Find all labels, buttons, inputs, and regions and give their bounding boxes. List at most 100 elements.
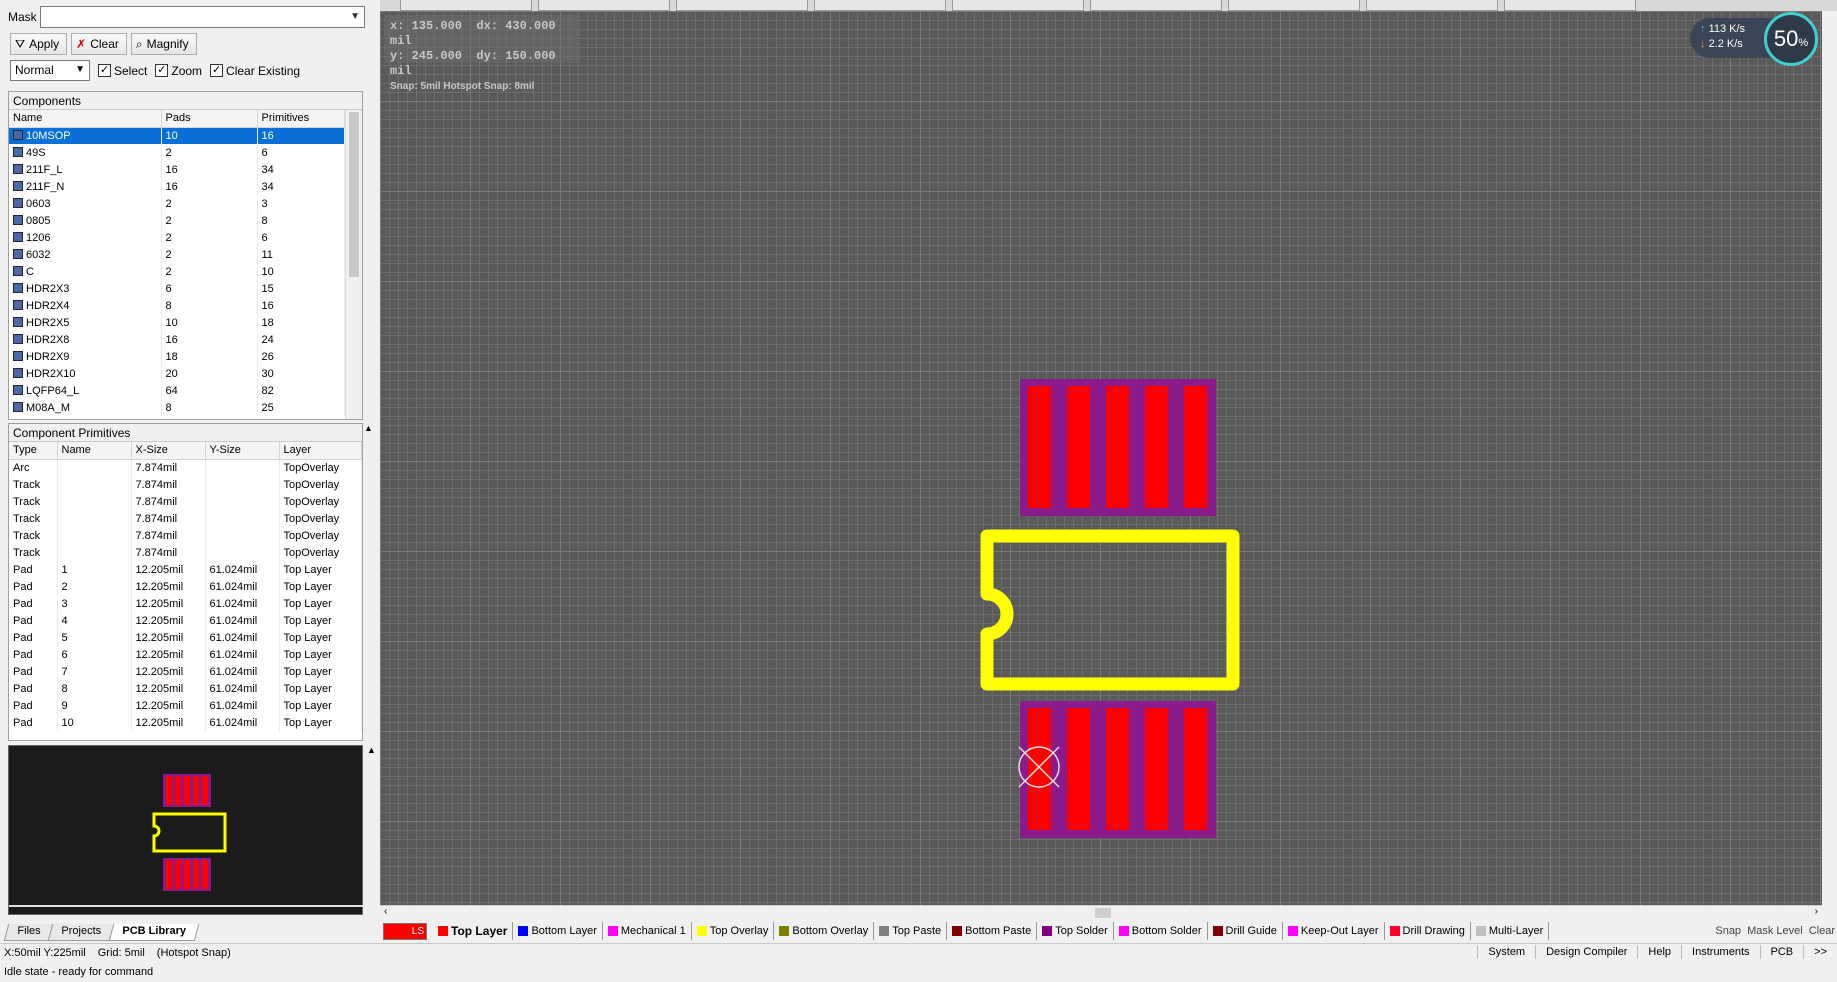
table-row[interactable]: 211F_L 16 34: [9, 161, 345, 178]
table-row[interactable]: 0805 2 8: [9, 212, 345, 229]
scroll-thumb[interactable]: [1095, 908, 1111, 918]
table-row[interactable]: Pad 2 12.205mil 61.024mil Top Layer: [9, 578, 362, 595]
layer-tab[interactable]: Keep-Out Layer: [1283, 922, 1385, 940]
mask-level-link[interactable]: Mask Level: [1747, 925, 1803, 937]
layer-tab[interactable]: Drill Guide: [1208, 922, 1283, 940]
layer-tab[interactable]: Bottom Paste: [947, 922, 1038, 940]
clear-existing-checkbox[interactable]: ✓ Clear Existing: [210, 64, 300, 78]
chevron-down-icon[interactable]: ▼: [350, 11, 360, 22]
tab-projects[interactable]: Projects: [47, 924, 115, 941]
tab-files[interactable]: Files: [3, 924, 54, 941]
clear-link[interactable]: Clear: [1809, 925, 1835, 937]
canvas-horizontal-scrollbar[interactable]: ‹ ›: [380, 905, 1822, 919]
table-row[interactable]: M08A_M 8 25: [9, 399, 345, 416]
document-tab[interactable]: [1366, 0, 1498, 11]
clear-button[interactable]: ✗ Clear: [71, 33, 127, 55]
table-row[interactable]: Arc 7.874mil TopOverlay: [9, 459, 362, 476]
col-layer[interactable]: Layer: [279, 442, 362, 460]
table-row[interactable]: Track 7.874mil TopOverlay: [9, 493, 362, 510]
chevron-up-icon[interactable]: ▲: [367, 745, 376, 755]
layer-tab[interactable]: Drill Drawing: [1385, 922, 1471, 940]
col-name[interactable]: Name: [9, 110, 162, 128]
col-prim-name[interactable]: Name: [57, 442, 132, 460]
chevron-up-icon[interactable]: ▲: [364, 423, 373, 433]
col-y-size[interactable]: Y-Size: [205, 442, 280, 460]
table-row[interactable]: Pad 8 12.205mil 61.024mil Top Layer: [9, 680, 362, 697]
zoom-checkbox[interactable]: ✓ Zoom: [155, 64, 202, 78]
table-row[interactable]: HDR2X10 20 30: [9, 365, 345, 382]
layer-tab[interactable]: Mechanical 1: [603, 922, 692, 940]
apply-button[interactable]: ⛛ Apply: [10, 33, 68, 55]
select-checkbox[interactable]: ✓ Select: [98, 64, 147, 78]
layer-tab[interactable]: Bottom Layer: [513, 922, 603, 940]
instruments-button[interactable]: Instruments: [1681, 945, 1759, 959]
layer-tab[interactable]: Bottom Solder: [1114, 922, 1208, 940]
tab-pcb-library[interactable]: PCB Library: [108, 924, 199, 941]
document-tab[interactable]: [1504, 0, 1636, 11]
table-row[interactable]: 211F_N 16 34: [9, 178, 345, 195]
document-tab[interactable]: [1090, 0, 1222, 11]
pcb-canvas[interactable]: x: 135.000 dx: 430.000 mil y: 245.000 dy…: [380, 11, 1822, 905]
components-scrollbar[interactable]: [345, 110, 362, 419]
system-button[interactable]: System: [1477, 945, 1535, 959]
mask-input[interactable]: ▼: [40, 6, 365, 28]
table-row[interactable]: Track 7.874mil TopOverlay: [9, 476, 362, 493]
table-row[interactable]: C 2 10: [9, 263, 345, 280]
col-pads[interactable]: Pads: [161, 110, 258, 128]
chevron-right-icon[interactable]: ›: [1815, 906, 1818, 917]
help-button[interactable]: Help: [1637, 945, 1681, 959]
col-x-size[interactable]: X-Size: [131, 442, 206, 460]
table-row[interactable]: 0603 2 3: [9, 195, 345, 212]
document-tab[interactable]: [676, 0, 808, 11]
table-row[interactable]: 10MSOP 10 16: [9, 127, 345, 144]
layer-tab[interactable]: Top Solder: [1037, 922, 1114, 940]
table-row[interactable]: Pad 7 12.205mil 61.024mil Top Layer: [9, 663, 362, 680]
table-row[interactable]: Pad 4 12.205mil 61.024mil Top Layer: [9, 612, 362, 629]
document-tab[interactable]: [814, 0, 946, 11]
design-compiler-button[interactable]: Design Compiler: [1535, 945, 1637, 959]
document-tab[interactable]: [952, 0, 1084, 11]
layer-tab[interactable]: Top Overlay: [692, 922, 775, 940]
scroll-thumb[interactable]: [349, 112, 359, 277]
layer-tab[interactable]: Multi-Layer: [1471, 922, 1550, 940]
pad-group-top[interactable]: [1020, 379, 1216, 516]
component-preview[interactable]: [8, 745, 364, 915]
table-row[interactable]: HDR2X9 18 26: [9, 348, 345, 365]
layer-tab[interactable]: Top Paste: [874, 922, 948, 940]
table-row[interactable]: Pad 6 12.205mil 61.024mil Top Layer: [9, 646, 362, 663]
table-row[interactable]: LQFP64_L 64 82: [9, 382, 345, 399]
table-row[interactable]: Track 7.874mil TopOverlay: [9, 544, 362, 561]
table-row[interactable]: Pad 5 12.205mil 61.024mil Top Layer: [9, 629, 362, 646]
col-primitives[interactable]: Primitives: [257, 110, 345, 128]
document-tab[interactable]: [400, 0, 532, 11]
table-row[interactable]: HDR2X3 6 15: [9, 280, 345, 297]
table-row[interactable]: Track 7.874mil TopOverlay: [9, 527, 362, 544]
preview-scrollbar[interactable]: ▲: [364, 745, 378, 915]
magnify-button[interactable]: ⌕ Magnify: [130, 33, 197, 55]
canvas-vertical-scrollbar[interactable]: [1822, 11, 1837, 905]
table-row[interactable]: Pad 10 12.205mil 61.024mil Top Layer: [9, 714, 362, 731]
table-row[interactable]: 6032 2 11: [9, 246, 345, 263]
table-row[interactable]: 1206 2 6: [9, 229, 345, 246]
table-row[interactable]: HDR2X4 8 16: [9, 297, 345, 314]
pad-group-bottom[interactable]: [1020, 701, 1216, 838]
current-layer-swatch[interactable]: LS: [383, 922, 427, 940]
document-tab[interactable]: [1228, 0, 1360, 11]
more-button[interactable]: >>: [1803, 945, 1837, 959]
mode-select[interactable]: Normal ▼: [10, 60, 90, 81]
table-row[interactable]: HDR2X5 10 18: [9, 314, 345, 331]
layer-tab[interactable]: Bottom Overlay: [774, 922, 875, 940]
snap-link[interactable]: Snap: [1715, 925, 1741, 937]
table-row[interactable]: HDR2X8 16 24: [9, 331, 345, 348]
table-row[interactable]: Track 7.874mil TopOverlay: [9, 510, 362, 527]
layer-tab[interactable]: Top Layer: [433, 922, 514, 940]
pcb-button[interactable]: PCB: [1759, 945, 1804, 959]
table-row[interactable]: Pad 9 12.205mil 61.024mil Top Layer: [9, 697, 362, 714]
table-row[interactable]: Pad 1 12.205mil 61.024mil Top Layer: [9, 561, 362, 578]
table-row[interactable]: 49S 2 6: [9, 144, 345, 161]
component-icon: [13, 248, 23, 259]
chevron-left-icon[interactable]: ‹: [384, 906, 387, 917]
table-row[interactable]: Pad 3 12.205mil 61.024mil Top Layer: [9, 595, 362, 612]
col-type[interactable]: Type: [9, 442, 58, 460]
document-tab[interactable]: [538, 0, 670, 11]
